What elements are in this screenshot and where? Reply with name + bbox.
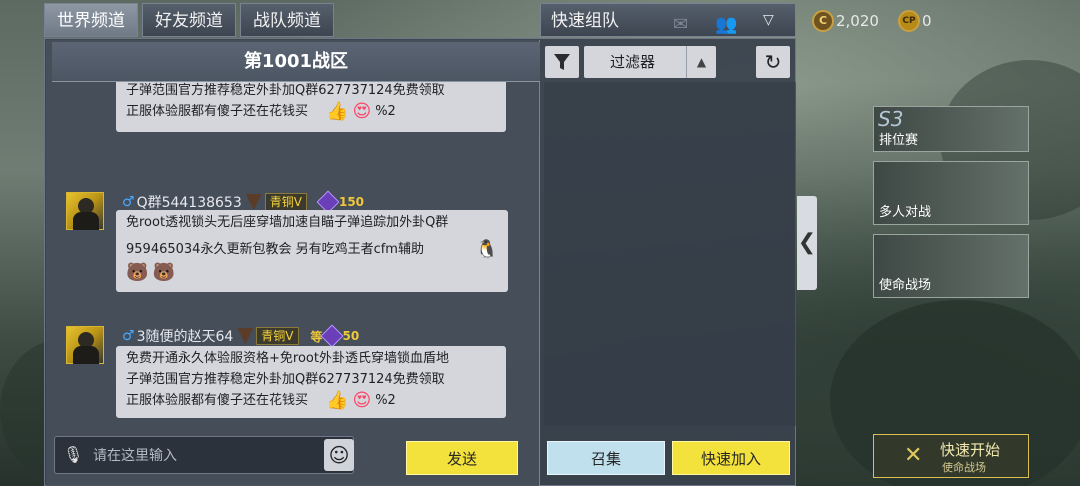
level-badge: 150 [316, 190, 365, 214]
bronze-rank-icon [245, 194, 262, 210]
level-badge: 等 50 [311, 324, 360, 348]
mode-multiplayer[interactable]: 多人对战 [873, 161, 1029, 225]
emoji-row: 🐻 🐻 [126, 262, 498, 283]
gather-button[interactable]: 召集 [547, 441, 665, 475]
tab-friend-channel[interactable]: 好友频道 [142, 3, 236, 37]
tab-team-channel[interactable]: 战队频道 [240, 3, 334, 37]
mode-label: 排位赛 [879, 133, 919, 148]
quick-team-title: 快速组队 [551, 11, 619, 31]
message-line-row: 959465034永久更新包教会 另有吃鸡王者cfm辅助 🐧 [126, 239, 498, 260]
dropdown-triangle-icon[interactable]: ▽ [763, 12, 774, 28]
cp-coin-icon: C [812, 10, 834, 32]
level-value: 150 [338, 195, 365, 209]
level-gem-icon [320, 324, 343, 348]
collapse-panel-button[interactable]: ❮ [797, 196, 817, 290]
filter-label: 过滤器 [610, 53, 656, 71]
bp-currency: CP 0 [898, 10, 932, 32]
filter-icon[interactable] [545, 46, 579, 78]
message-line: 959465034永久更新包教会 另有吃鸡王者cfm辅助 [126, 242, 424, 257]
message-line: 免费开通永久体验服资格+免root外卦透氏穿墙锁血盾地 [126, 351, 449, 366]
avatar[interactable] [66, 326, 104, 364]
send-button[interactable]: 发送 [406, 441, 518, 475]
mode-battle-royale[interactable]: 使命战场 [873, 234, 1029, 298]
mail-icon[interactable]: ✉ [673, 14, 688, 35]
chevron-left-icon: ❮ [797, 230, 817, 255]
mode-label: 使命战场 [879, 278, 932, 293]
bear-sticker-icon: 🐻 [152, 261, 175, 283]
emoji-button[interactable]: ☺ [324, 439, 354, 471]
list-item: 免root透视锁头无后座穿墙加速自瞄子弹追踪加外卦Q群 959465034永久更… [116, 210, 508, 292]
chat-input-placeholder: 请在这里输入 [93, 448, 177, 464]
rank-badge: 青铜Ⅴ [264, 193, 307, 211]
sender-name[interactable]: 3随便的赵天64 [137, 326, 234, 346]
list-item: 子弹范围官方推荐稳定外卦加Q群627737124免费领取 正服体验服都有傻子还在… [116, 82, 506, 132]
refresh-icon: ↻ [764, 50, 782, 74]
quick-start-button[interactable]: ✕ 快速开始 使命战场 [873, 434, 1029, 478]
avatar[interactable] [66, 192, 104, 230]
filter-dropdown[interactable]: 过滤器 ▲ [584, 46, 716, 78]
sender-info: ♂ Q群544138653 青铜Ⅴ 150 [122, 190, 365, 214]
level-value: 50 [342, 329, 360, 343]
chat-input[interactable]: 🎙 请在这里输入 [54, 436, 354, 474]
mode-label: 多人对战 [879, 205, 932, 220]
refresh-button[interactable]: ↻ [756, 46, 790, 78]
male-icon: ♂ [122, 194, 135, 210]
message-list[interactable]: 子弹范围官方推荐稳定外卦加Q群627737124免费领取 正服体验服都有傻子还在… [46, 82, 540, 426]
heart-eyes-icon: 😍 [352, 389, 372, 411]
message-line-row: 正服体验服都有傻子还在花钱买 👍 😍 %2 [126, 390, 496, 411]
zone-title: 第1001战区 [52, 42, 540, 82]
heart-eyes-icon: 😍 [352, 100, 372, 122]
male-icon: ♂ [122, 328, 135, 344]
message-line: 免root透视锁头无后座穿墙加速自瞄子弹追踪加外卦Q群 [126, 215, 449, 230]
friends-icon[interactable]: 👥 [715, 14, 737, 35]
cp-currency: C 2,020 [812, 10, 879, 32]
thumbs-up-icon: 👍 [326, 100, 349, 122]
penguin-icon: 🐧 [475, 238, 498, 260]
smiley-icon: ☺ [328, 443, 350, 467]
cp-value: 2,020 [836, 12, 879, 30]
message-line: 子弹范围官方推荐稳定外卦加Q群627737124免费领取 [126, 83, 445, 98]
season-label: S3 [878, 107, 904, 131]
list-item: 免费开通永久体验服资格+免root外卦透氏穿墙锁血盾地 子弹范围官方推荐稳定外卦… [116, 346, 506, 418]
message-suffix: %2 [375, 104, 396, 119]
message-line: 正服体验服都有傻子还在花钱买 [126, 393, 309, 408]
message-line: 子弹范围官方推荐稳定外卦加Q群627737124免费领取 [126, 372, 445, 387]
crossed-guns-icon: ✕ [904, 443, 923, 468]
message-line: 正服体验服都有傻子还在花钱买 [126, 104, 309, 119]
quick-team-header: 快速组队 ✉ 👥 ▽ [540, 3, 796, 37]
team-list[interactable] [544, 82, 796, 426]
quick-start-subtitle: 使命战场 [942, 461, 986, 474]
quick-start-title: 快速开始 [940, 441, 1001, 459]
quick-join-button[interactable]: 快速加入 [672, 441, 790, 475]
bp-value: 0 [922, 12, 932, 30]
message-suffix: %2 [375, 393, 396, 408]
mode-ranked[interactable]: S3 排位赛 [873, 106, 1029, 152]
bp-coin-icon: CP [898, 10, 920, 32]
bronze-rank-icon [237, 328, 254, 344]
thumbs-up-icon: 👍 [326, 389, 349, 411]
sender-name[interactable]: Q群544138653 [137, 192, 242, 212]
rank-badge: 青铜Ⅴ [256, 327, 299, 345]
sender-info: ♂ 3随便的赵天64 青铜Ⅴ 等 50 [122, 324, 360, 348]
microphone-icon[interactable]: 🎙 [63, 445, 83, 465]
tab-world-channel[interactable]: 世界频道 [44, 3, 138, 37]
bear-sticker-icon: 🐻 [126, 261, 149, 283]
chevron-up-icon: ▲ [686, 46, 716, 78]
message-line-row: 正服体验服都有傻子还在花钱买 👍 😍 %2 [126, 101, 496, 122]
